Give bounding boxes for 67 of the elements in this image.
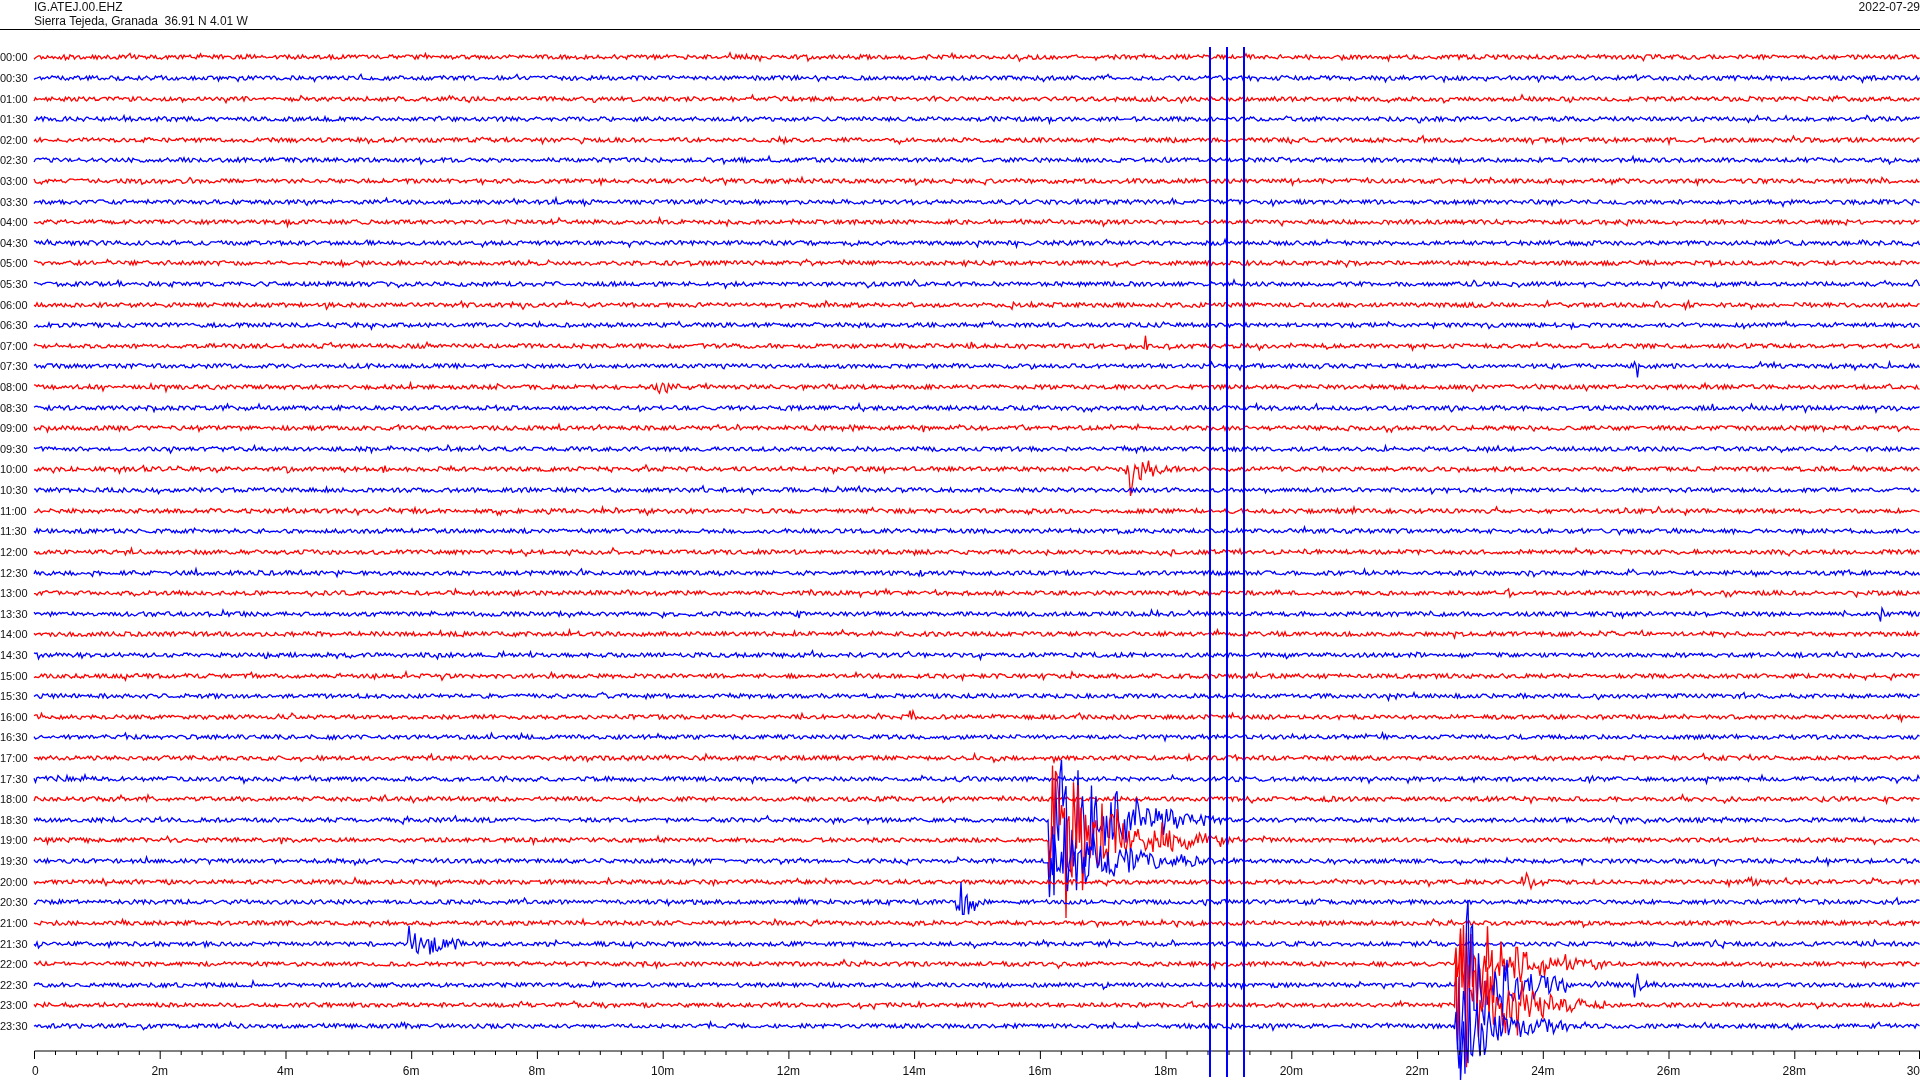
time-label: 23:30 [0,1019,29,1032]
time-label: 17:00 [0,752,29,764]
time-label: 05:00 [0,257,29,270]
time-label: 00:30 [0,71,29,84]
time-label: 16:30 [0,731,29,744]
time-label: 04:00 [0,216,29,229]
time-label: 11:30 [0,525,28,538]
station-code: IG.ATEJ.00.EHZ [34,0,124,14]
tick-label: 12m [776,1064,801,1079]
time-label: 02:30 [0,154,29,167]
time-label: 09:30 [0,442,29,455]
time-label: 10:00 [0,463,29,476]
tick-label: 10m [651,1064,675,1079]
time-label: 09:00 [0,422,29,435]
time-label: 23:00 [0,999,29,1012]
tick-label: 30 [1906,1064,1920,1079]
time-label: 14:30 [0,648,29,661]
time-label: 04:30 [0,236,29,249]
tick-label: 8m [528,1064,546,1079]
time-label: 15:00 [0,669,29,682]
time-label: 20:30 [0,896,29,909]
time-label: 00:00 [0,51,29,64]
plot-date: 2022-07-29 [1858,0,1920,14]
tick-label: 2m [151,1064,169,1079]
time-label: 20:00 [0,875,29,888]
time-label: 21:00 [0,916,29,929]
time-label: 01:30 [0,113,29,126]
time-label: 12:00 [0,545,29,558]
time-label: 21:30 [0,937,29,950]
time-label: 14:00 [0,628,29,641]
tick-label: 24m [1531,1064,1555,1079]
tick-label: 4m [277,1064,294,1079]
time-label: 05:30 [0,278,29,290]
time-label: 06:30 [0,319,29,332]
time-label: 03:30 [0,195,29,208]
tick-label: 22m [1405,1064,1429,1079]
time-label: 15:30 [0,690,29,703]
time-label: 06:00 [0,298,29,311]
tick-label: 26m [1656,1064,1681,1079]
time-label: 13:30 [0,607,29,620]
time-label: 19:30 [0,855,29,868]
time-label: 13:00 [0,587,29,600]
time-label: 08:30 [0,401,29,414]
station-location: Sierra Tejeda, Granada 36.91 N 4.01 W [34,14,248,28]
time-label: 07:30 [0,360,29,373]
tick-label: 14m [902,1064,926,1079]
time-label: 18:00 [0,793,29,806]
time-label: 03:00 [0,174,29,187]
time-label: 18:30 [0,813,29,826]
tick-label: 0 [32,1064,39,1079]
tick-label: 6m [402,1064,420,1079]
time-label: 07:00 [0,339,29,352]
time-label: 08:00 [0,381,29,394]
time-label: 10:30 [0,484,29,497]
time-label: 22:30 [0,978,29,991]
time-label: 01:00 [0,92,29,105]
time-label: 19:00 [0,834,29,847]
time-label: 02:00 [0,133,29,146]
tick-label: 16m [1028,1064,1052,1079]
tick-label: 18m [1153,1064,1178,1079]
tick-label: 28m [1782,1064,1806,1079]
time-label: 22:00 [0,958,29,971]
time-label: 16:00 [0,710,29,723]
time-label: 11:00 [0,504,28,517]
tick-label: 20m [1279,1064,1303,1079]
time-label: 17:30 [0,772,29,785]
time-label: 12:30 [0,566,29,579]
